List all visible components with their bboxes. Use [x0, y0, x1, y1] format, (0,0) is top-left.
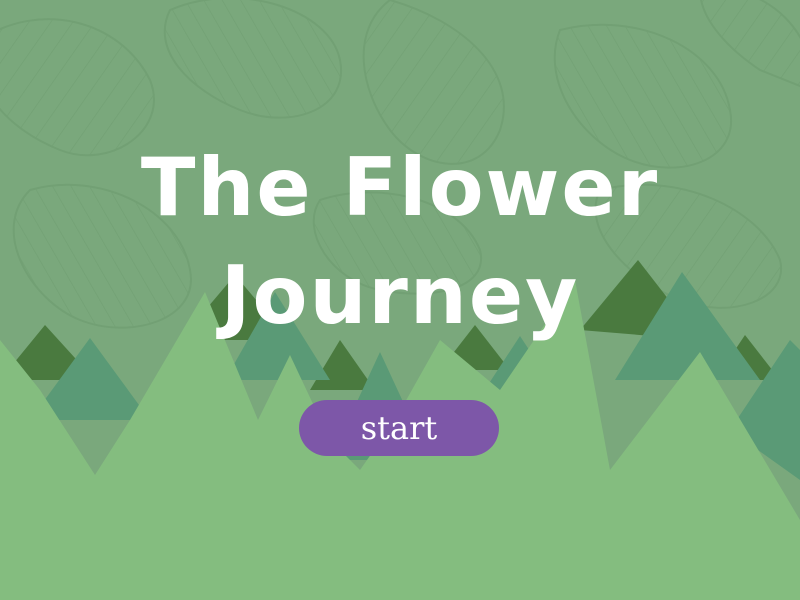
game-title: The Flower Journey — [0, 134, 800, 350]
title-line-1: The Flower — [140, 141, 660, 234]
title-line-2: Journey — [220, 249, 580, 342]
start-button[interactable]: start — [299, 400, 499, 456]
title-screen: The Flower Journey start — [0, 0, 800, 600]
